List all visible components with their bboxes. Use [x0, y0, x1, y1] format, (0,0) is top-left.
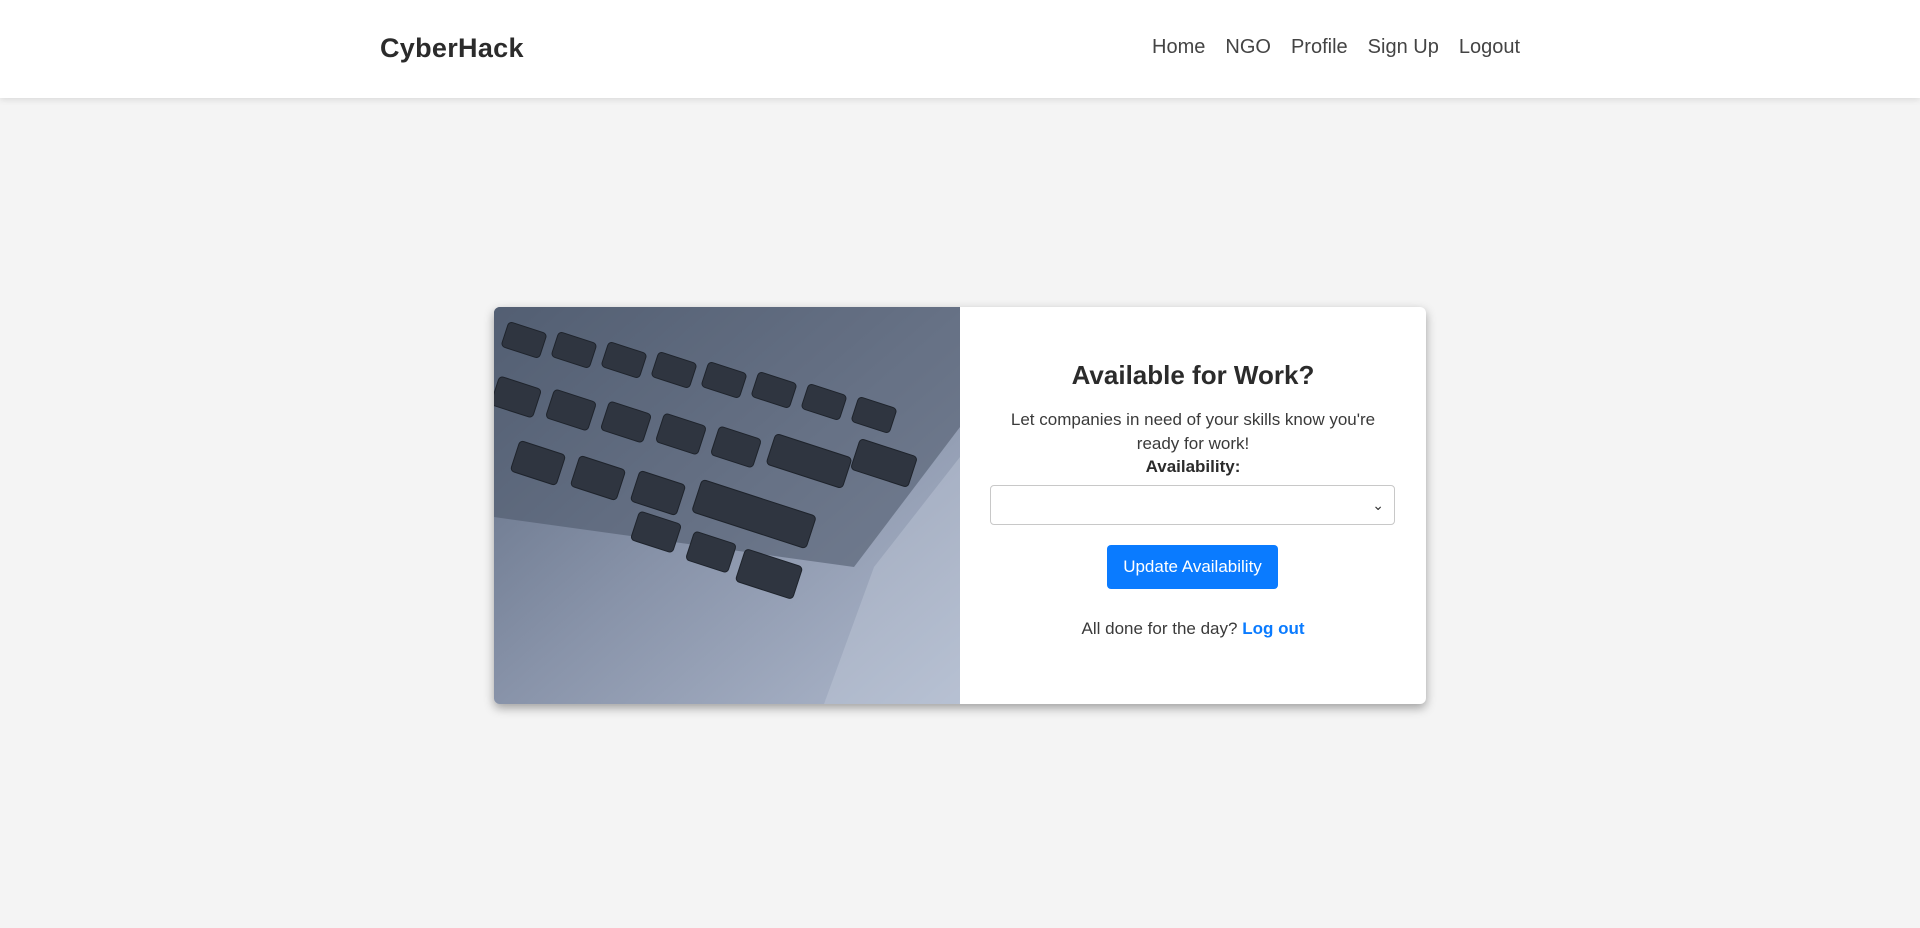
- availability-label: Availability:: [1145, 457, 1241, 476]
- card-subtitle: Let companies in need of your skills kno…: [1010, 410, 1376, 453]
- logout-link[interactable]: Log out: [1242, 619, 1304, 638]
- chevron-down-icon: ⌄: [1372, 497, 1384, 513]
- availability-select[interactable]: ⌄: [990, 485, 1395, 525]
- nav-logout-link[interactable]: Logout: [1459, 36, 1520, 59]
- nav-home-link[interactable]: Home: [1152, 36, 1205, 59]
- brand-logo[interactable]: CyberHack: [380, 33, 524, 64]
- keyboard-illustration: [494, 307, 960, 704]
- logout-prompt-text: All done for the day?: [1081, 619, 1238, 638]
- update-availability-button[interactable]: Update Availability: [1107, 545, 1278, 589]
- keyboard-photo: [494, 307, 960, 704]
- nav-ngo-link[interactable]: NGO: [1225, 36, 1271, 59]
- card-body: Available for Work? Let companies in nee…: [960, 307, 1426, 704]
- card-title: Available for Work?: [1071, 360, 1315, 390]
- availability-card: Available for Work? Let companies in nee…: [494, 307, 1426, 704]
- nav-profile-link[interactable]: Profile: [1291, 36, 1348, 59]
- nav-links: Home NGO Profile Sign Up Logout: [1152, 36, 1520, 59]
- navbar: CyberHack Home NGO Profile Sign Up Logou…: [0, 0, 1920, 98]
- nav-signup-link[interactable]: Sign Up: [1368, 36, 1439, 59]
- logout-prompt: All done for the day? Log out: [960, 619, 1426, 639]
